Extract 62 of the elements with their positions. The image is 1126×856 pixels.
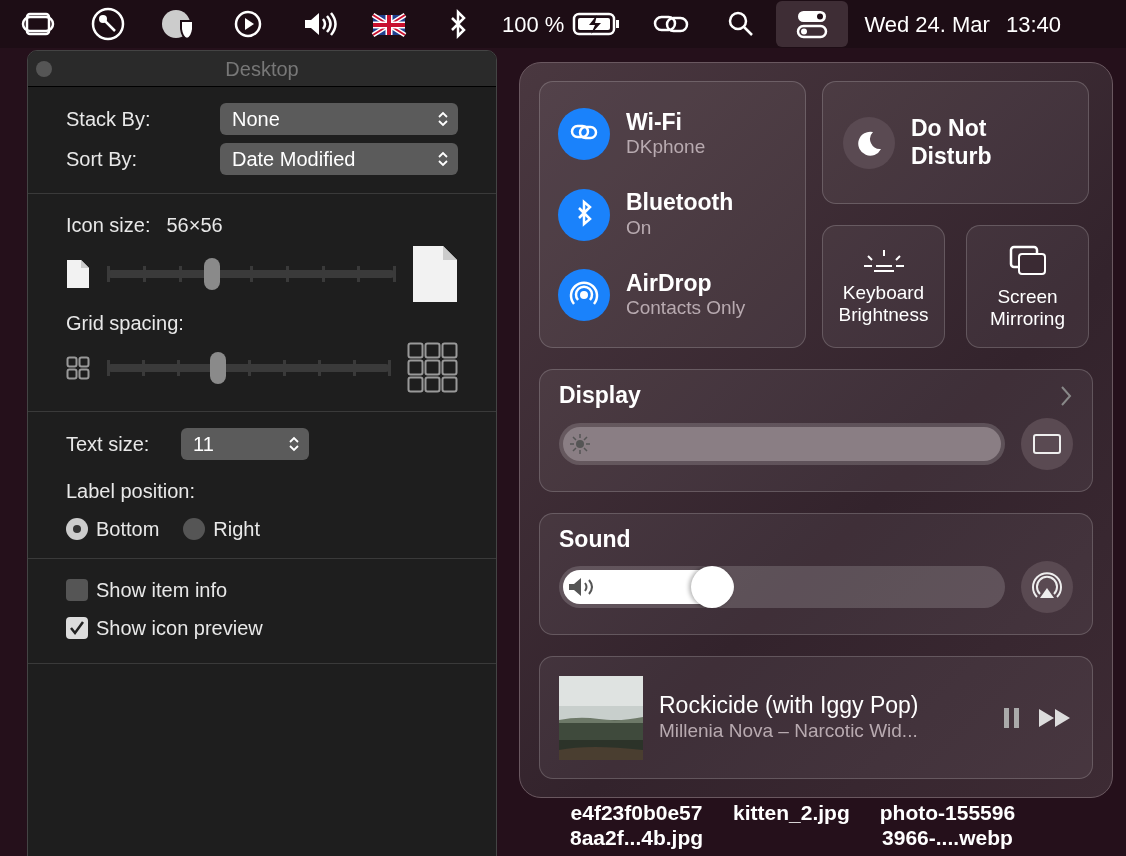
file-name[interactable]: kitten_2.jpg — [733, 800, 850, 851]
slider-track[interactable] — [108, 257, 394, 291]
updown-icon — [289, 436, 299, 452]
field-label: Sort By: — [66, 147, 139, 172]
toggle-title: Do Not Disturb — [911, 114, 993, 171]
tile-label: Keyboard Brightness — [837, 281, 930, 326]
track-title: Rockicide (with Iggy Pop) — [659, 692, 920, 721]
toggle-status: DKphone — [626, 136, 706, 160]
menu-bar-date[interactable]: Wed 24. Mar — [864, 7, 990, 41]
control-center-button[interactable] — [776, 1, 849, 47]
toggle-title: Wi-Fi — [626, 108, 683, 137]
toggle-status: Contacts Only — [626, 297, 746, 321]
key-icon[interactable] — [91, 7, 127, 41]
toggle-title: Bluetooth — [626, 189, 734, 217]
battery-charging-icon — [572, 11, 621, 37]
track-artist: Millenia Nova – Narcotic Wid... — [659, 720, 919, 743]
checkbox[interactable]: Show item info — [66, 575, 458, 605]
screen-mirroring-tile[interactable]: Screen Mirroring — [966, 225, 1089, 348]
section-title: Sound — [559, 525, 631, 554]
checkbox[interactable]: Show icon preview — [66, 613, 458, 643]
grid-icon — [407, 342, 458, 393]
popup-button[interactable]: None — [220, 103, 458, 135]
section-title: Display — [559, 382, 641, 410]
toggle-button[interactable] — [558, 108, 610, 160]
file-icon — [66, 259, 90, 289]
slider-track[interactable] — [108, 350, 389, 385]
icon-size-value: 56×56 — [166, 213, 223, 238]
field-label: Text size: — [66, 432, 151, 457]
slider-thumb[interactable] — [204, 258, 221, 290]
screens-icon — [1007, 243, 1048, 278]
popup-button[interactable]: 11 — [181, 428, 309, 460]
radio-button[interactable]: Bottom — [66, 514, 160, 544]
do-not-disturb-tile[interactable]: Do Not Disturb — [822, 81, 1089, 204]
window-title: Desktop — [225, 56, 299, 82]
field-label: Grid spacing: — [66, 311, 185, 336]
field-label: Icon size: — [66, 213, 151, 238]
field-label: Stack By: — [66, 107, 152, 132]
file-icon — [412, 245, 458, 303]
chevron-right-icon[interactable] — [1059, 384, 1073, 407]
popup-button[interactable]: Date Modified — [220, 143, 458, 175]
radio-button[interactable]: Right — [183, 514, 261, 544]
toggles-icon — [795, 9, 830, 39]
file-name[interactable]: photo-155596 3966-....webp — [879, 800, 1016, 851]
toggle-title: AirDrop — [626, 269, 713, 298]
field-label: Label position: — [66, 479, 196, 504]
sound-slider[interactable] — [559, 566, 1005, 609]
toggle-button[interactable] — [558, 188, 610, 241]
brightness-icon — [861, 247, 906, 274]
updown-icon — [438, 151, 448, 167]
grid-icon — [66, 355, 90, 380]
slider-thumb[interactable] — [209, 351, 226, 384]
checkmark-icon — [69, 620, 85, 636]
keyboard-brightness-tile[interactable]: Keyboard Brightness — [822, 225, 945, 348]
updown-icon — [438, 111, 448, 127]
tile-label: Screen Mirroring — [989, 285, 1066, 330]
round-button[interactable] — [1021, 417, 1073, 470]
menu-bar-time[interactable]: 13:40 — [1005, 7, 1061, 41]
file-name[interactable]: e4f23f0b0e57 8aa2f...4b.jpg — [570, 800, 704, 851]
toggle-status: On — [626, 216, 653, 240]
toggle-button[interactable] — [558, 269, 610, 321]
slider-knob[interactable] — [690, 566, 733, 609]
battery-percentage: 100 % — [502, 10, 565, 39]
